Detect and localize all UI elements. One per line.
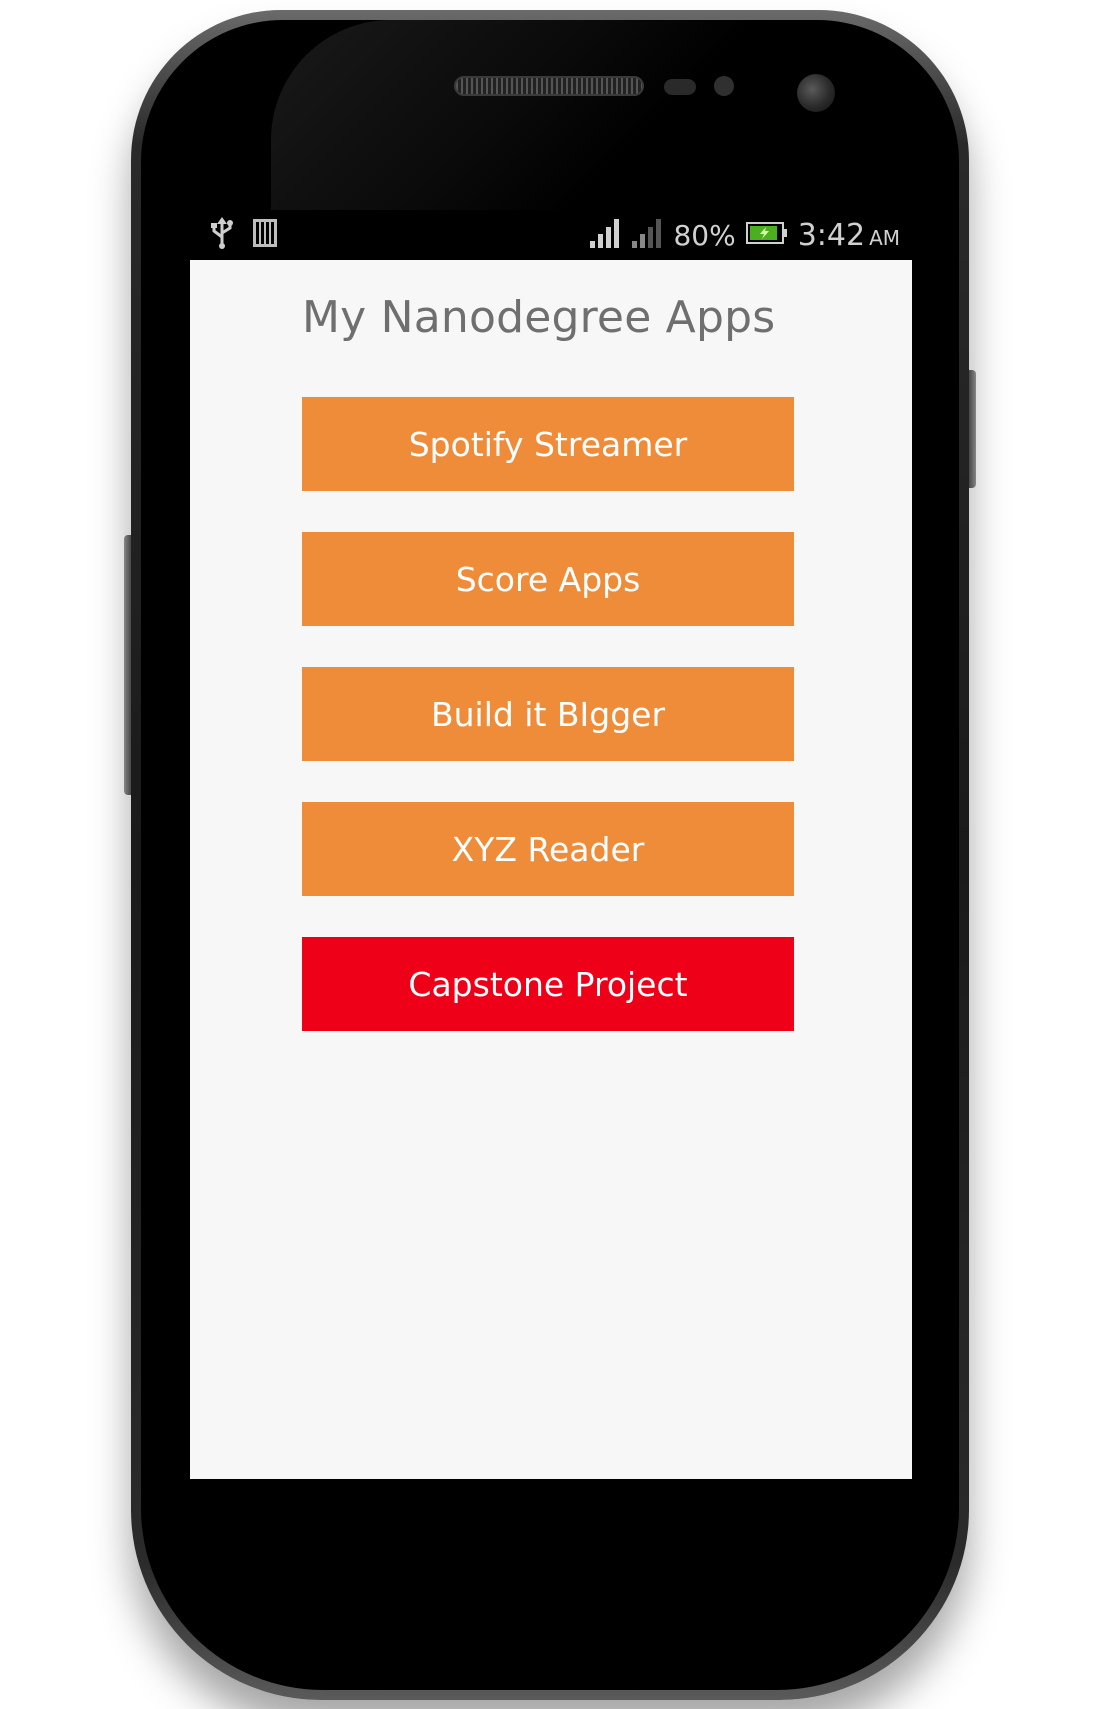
- status-clock: 3:42 AM: [798, 218, 900, 253]
- spotify-streamer-button[interactable]: Spotify Streamer: [302, 397, 794, 491]
- status-bar-notifications: [210, 217, 278, 253]
- xyz-reader-button[interactable]: XYZ Reader: [302, 802, 794, 896]
- battery-charging-icon: [745, 221, 788, 249]
- earpiece-speaker: [454, 76, 644, 96]
- status-bar: 80% 3:42 AM: [190, 210, 912, 260]
- app-content: My Nanodegree Apps Spotify Streamer Scor…: [190, 260, 912, 1479]
- sim-card-icon: [252, 218, 278, 252]
- signal-strength-icon-2: [631, 217, 663, 253]
- proximity-sensor: [664, 79, 696, 95]
- page-title: My Nanodegree Apps: [302, 292, 776, 343]
- capstone-project-button[interactable]: Capstone Project: [302, 937, 794, 1031]
- app-button-list: Spotify Streamer Score Apps Build it BIg…: [302, 397, 794, 1072]
- build-it-bigger-button[interactable]: Build it BIgger: [302, 667, 794, 761]
- score-apps-button[interactable]: Score Apps: [302, 532, 794, 626]
- signal-strength-icon: [589, 217, 621, 253]
- phone-screen: 80% 3:42 AM My Nanodegree Apps Spotify St: [190, 210, 912, 1479]
- page: 80% 3:42 AM My Nanodegree Apps Spotify St: [0, 0, 1101, 1709]
- clock-ampm: AM: [869, 225, 900, 250]
- front-camera: [797, 74, 835, 112]
- light-sensor: [714, 76, 734, 96]
- clock-time: 3:42: [797, 217, 866, 253]
- usb-icon: [210, 217, 234, 253]
- status-bar-system: 80% 3:42 AM: [589, 216, 900, 254]
- battery-percent: 80%: [673, 218, 736, 252]
